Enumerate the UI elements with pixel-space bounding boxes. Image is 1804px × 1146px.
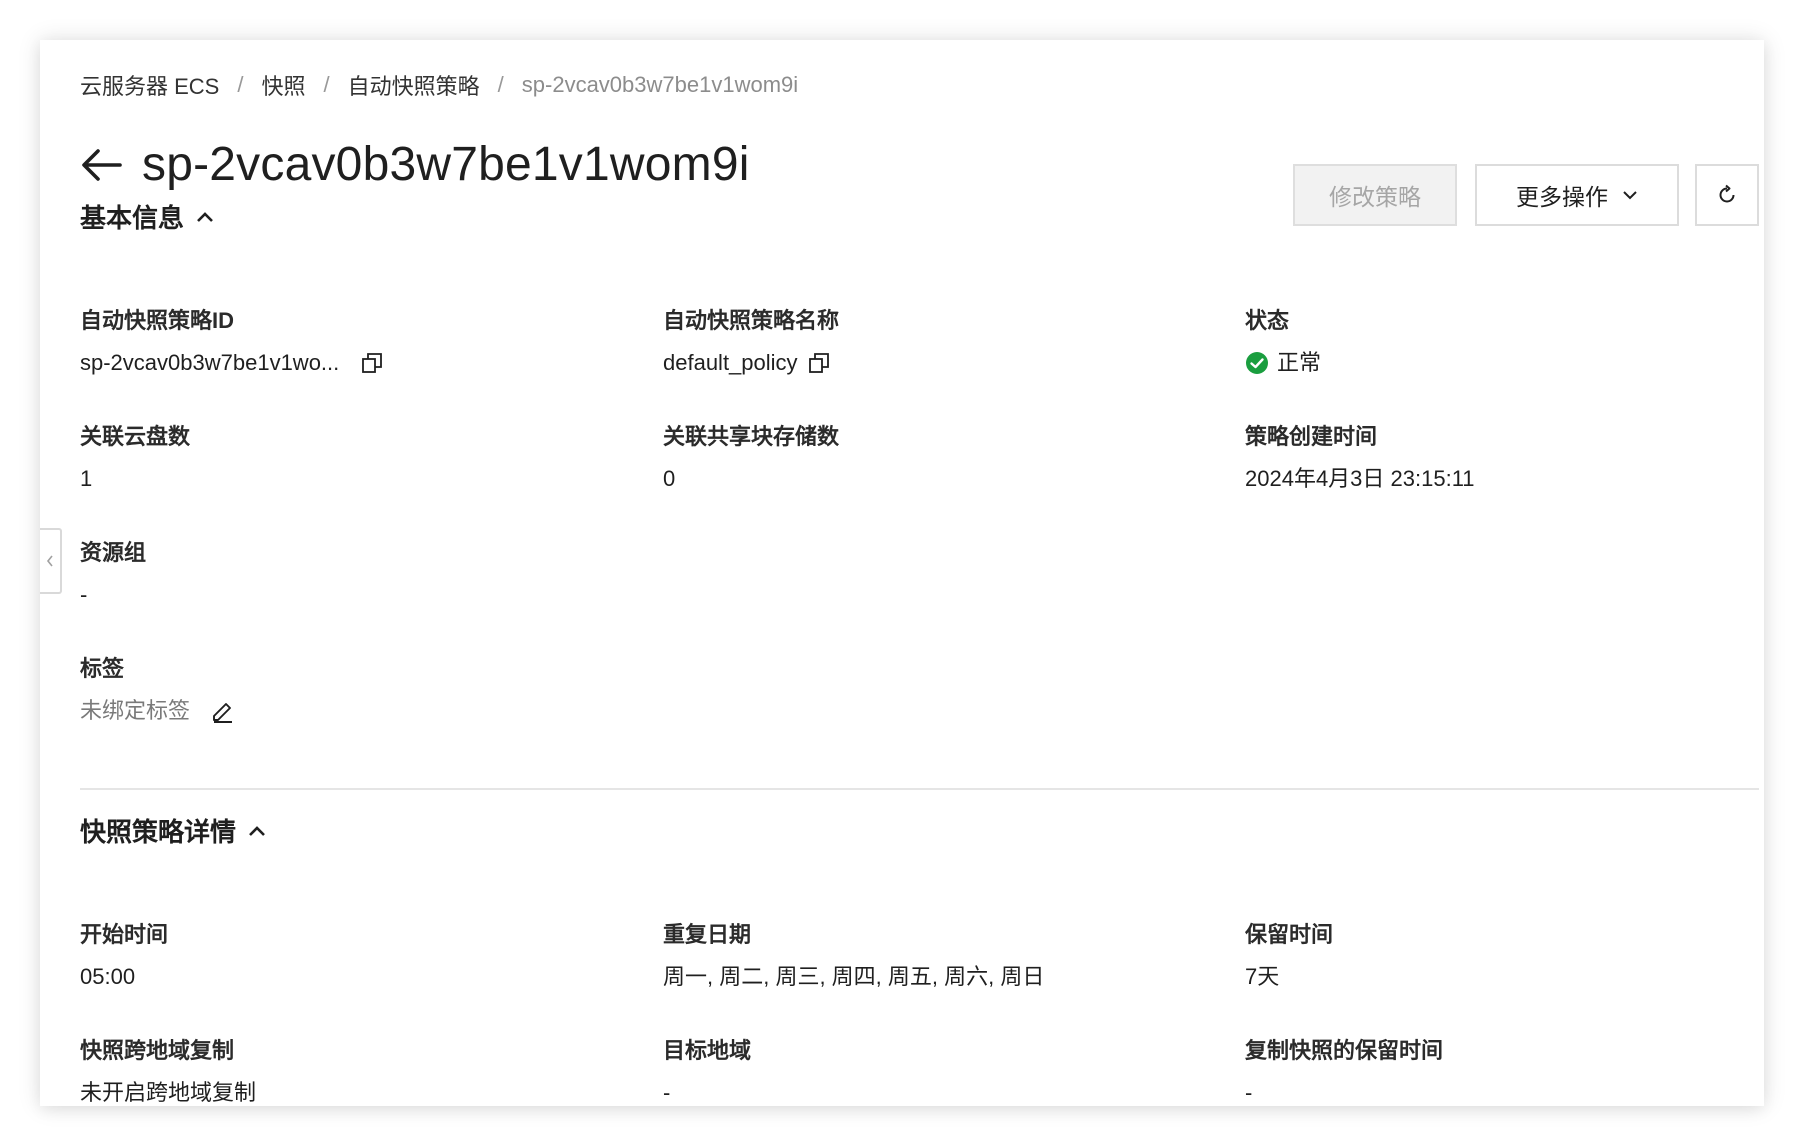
- field-created-time: 策略创建时间 2024年4月3日 23:15:11: [1245, 422, 1764, 494]
- field-label: 复制快照的保留时间: [1245, 1038, 1444, 1063]
- copy-retention-value: -: [1245, 1080, 1253, 1105]
- field-label: 关联共享块存储数: [663, 424, 840, 449]
- cross-region-value: 未开启跨地域复制: [80, 1080, 257, 1105]
- basic-info-section-header[interactable]: 基本信息: [80, 198, 216, 235]
- breadcrumb: 云服务器 ECS / 快照 / 自动快照策略 / sp-2vcav0b3w7be…: [80, 70, 798, 100]
- more-actions-label: 更多操作: [1516, 184, 1608, 210]
- breadcrumb-separator: /: [237, 72, 244, 97]
- field-label: 目标地域: [663, 1038, 752, 1063]
- field-retention: 保留时间 7天: [1245, 920, 1764, 992]
- field-repeat-days: 重复日期 周一, 周二, 周三, 周四, 周五, 周六, 周日: [663, 920, 1223, 992]
- field-label: 策略创建时间: [1245, 424, 1378, 449]
- resource-group-value: -: [80, 582, 88, 607]
- more-actions-button[interactable]: 更多操作: [1475, 164, 1679, 226]
- breadcrumb-item-snapshot[interactable]: 快照: [261, 69, 305, 101]
- field-policy-id: 自动快照策略ID sp-2vcav0b3w7be1v1wo...: [80, 306, 640, 378]
- field-value: 未绑定标签: [80, 696, 640, 726]
- field-value: sp-2vcav0b3w7be1v1wo...: [80, 348, 640, 378]
- disk-count-value: 1: [80, 466, 93, 491]
- edit-icon[interactable]: [210, 698, 236, 724]
- field-label: 标签: [80, 656, 125, 681]
- refresh-button[interactable]: [1695, 164, 1759, 226]
- policy-id-value: sp-2vcav0b3w7be1v1wo...: [80, 350, 340, 375]
- policy-detail-section-header[interactable]: 快照策略详情: [80, 812, 268, 849]
- chevron-left-icon: [46, 555, 53, 567]
- field-tags: 标签 未绑定标签: [80, 654, 640, 726]
- arrow-left-icon[interactable]: [80, 147, 124, 183]
- copy-icon[interactable]: [808, 352, 830, 374]
- breadcrumb-current: sp-2vcav0b3w7be1v1wom9i: [521, 72, 799, 97]
- sidebar-toggle-handle[interactable]: [40, 528, 62, 594]
- field-target-region: 目标地域 -: [663, 1036, 1223, 1106]
- field-policy-name: 自动快照策略名称 default_policy: [663, 306, 1223, 378]
- refresh-icon: [1719, 184, 1735, 203]
- field-label: 自动快照策略名称: [663, 308, 840, 333]
- shared-block-count-value: 0: [663, 466, 676, 491]
- field-cross-region: 快照跨地域复制 未开启跨地域复制: [80, 1036, 640, 1106]
- field-value: default_policy: [663, 348, 1223, 378]
- title-row: sp-2vcav0b3w7be1v1wom9i 修改策略 更多操作: [80, 130, 1759, 226]
- target-region-value: -: [663, 1080, 671, 1105]
- field-label: 开始时间: [80, 922, 169, 947]
- section-divider: [80, 788, 1759, 790]
- breadcrumb-separator: /: [323, 72, 330, 97]
- basic-info-title: 基本信息: [80, 203, 185, 233]
- field-disk-count: 关联云盘数 1: [80, 422, 640, 494]
- console-window: 云服务器 ECS / 快照 / 自动快照策略 / sp-2vcav0b3w7be…: [40, 40, 1764, 1106]
- tags-value: 未绑定标签: [80, 698, 191, 723]
- policy-detail-title: 快照策略详情: [80, 817, 237, 847]
- field-label: 资源组: [80, 540, 147, 565]
- field-shared-block-count: 关联共享块存储数 0: [663, 422, 1223, 494]
- caret-up-icon: [249, 825, 265, 836]
- field-label: 重复日期: [663, 922, 752, 947]
- start-time-value: 05:00: [80, 964, 136, 989]
- edit-policy-button[interactable]: 修改策略: [1293, 164, 1457, 226]
- page-content: 云服务器 ECS / 快照 / 自动快照策略 / sp-2vcav0b3w7be…: [80, 40, 1759, 1106]
- field-start-time: 开始时间 05:00: [80, 920, 640, 992]
- breadcrumb-separator: /: [497, 72, 504, 97]
- page-title: sp-2vcav0b3w7be1v1wom9i: [142, 138, 750, 191]
- breadcrumb-item-auto-policy[interactable]: 自动快照策略: [348, 69, 480, 101]
- check-circle-icon: [1246, 352, 1268, 374]
- field-label: 状态: [1245, 308, 1290, 333]
- retention-value: 7天: [1245, 964, 1280, 989]
- breadcrumb-item-ecs[interactable]: 云服务器 ECS: [80, 69, 219, 101]
- field-resource-group: 资源组 -: [80, 538, 640, 610]
- copy-icon[interactable]: [361, 352, 383, 374]
- status-value: 正常: [1277, 350, 1322, 375]
- field-value: 正常: [1245, 348, 1764, 378]
- policy-name-value: default_policy: [663, 350, 798, 375]
- field-status: 状态 正常: [1245, 306, 1764, 378]
- field-copy-retention: 复制快照的保留时间 -: [1245, 1036, 1764, 1106]
- field-label: 快照跨地域复制: [80, 1038, 235, 1063]
- created-time-value: 2024年4月3日 23:15:11: [1245, 466, 1475, 491]
- field-label: 关联云盘数: [80, 424, 191, 449]
- field-label: 自动快照策略ID: [80, 308, 235, 333]
- field-label: 保留时间: [1245, 922, 1334, 947]
- repeat-days-value: 周一, 周二, 周三, 周四, 周五, 周六, 周日: [663, 964, 1045, 989]
- chevron-down-icon: [1623, 191, 1637, 200]
- caret-up-icon: [197, 211, 213, 222]
